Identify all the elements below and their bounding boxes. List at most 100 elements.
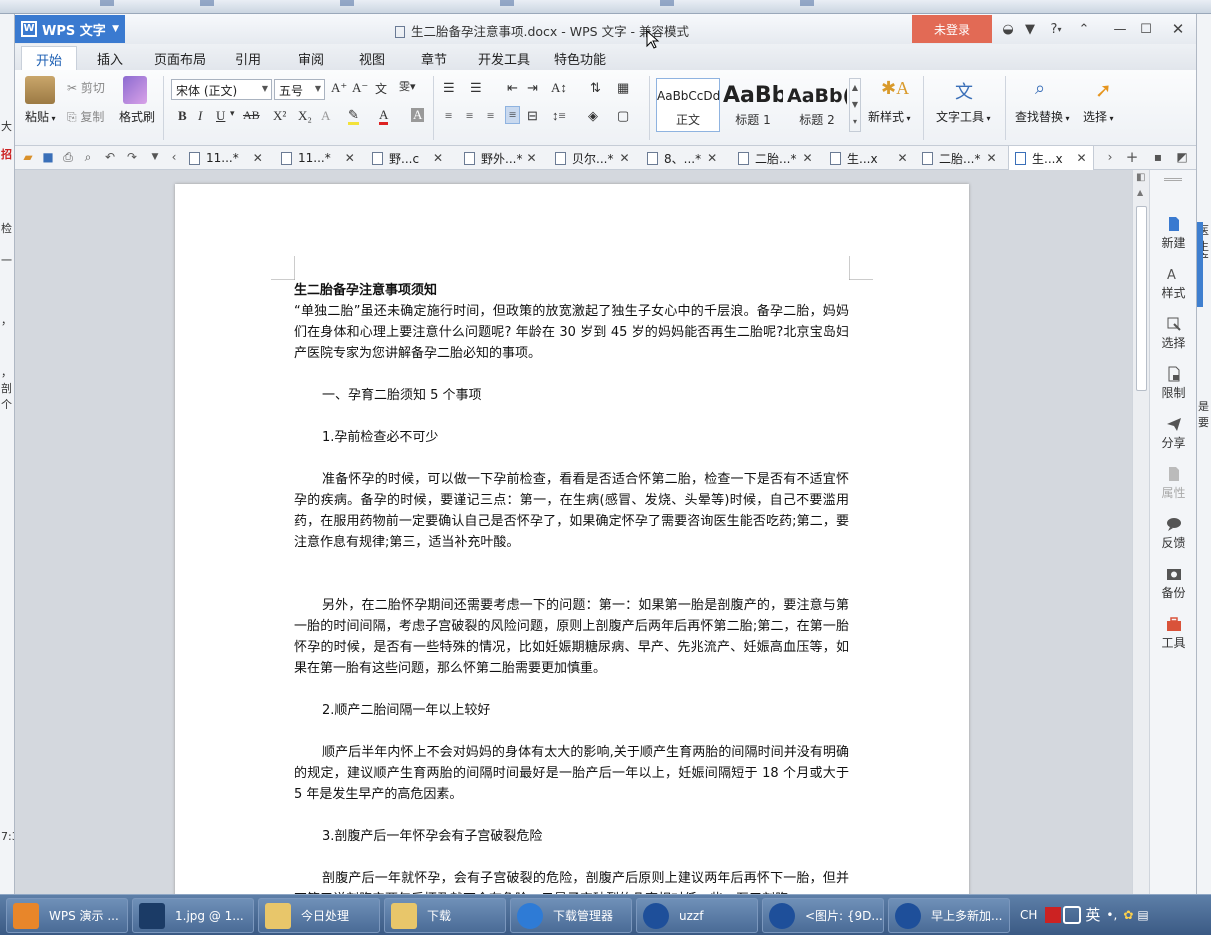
text-direction-icon[interactable]: A↕ (551, 80, 567, 96)
style-gallery-scroll[interactable]: ▲ ▼ ▾ (849, 78, 861, 132)
new-tab-icon[interactable]: + (1125, 150, 1139, 165)
taskbar-item[interactable]: WPS 演示 ... (6, 898, 128, 933)
close-icon[interactable]: ✕ (619, 151, 629, 165)
tab-insert[interactable]: 插入 (97, 49, 123, 68)
font-size-select[interactable]: 五号 ▼ (274, 79, 325, 100)
bold-button[interactable]: B (178, 108, 187, 124)
align-left-icon[interactable]: ≡ (445, 108, 452, 124)
doc-tab-active[interactable]: 生...x ✕ (1008, 146, 1094, 170)
side-tools-button[interactable]: 工具 (1150, 616, 1196, 651)
ime-toolbar-icon[interactable] (1063, 905, 1082, 924)
char-shading-icon[interactable]: A (411, 108, 425, 122)
text-effect-icon[interactable]: A (321, 108, 330, 124)
save-icon[interactable]: ■ (41, 150, 55, 164)
subscript-button[interactable]: X₂ (298, 108, 312, 124)
char-border-icon[interactable]: 雯▾ (399, 78, 416, 94)
document-page[interactable]: 生二胎备孕注意事项须知 “单独二胎”虽还未确定施行时间，但政策的放宽激起了独生子… (175, 184, 969, 894)
tab-chapter[interactable]: 章节 (421, 49, 447, 68)
phonetic-icon[interactable]: 文 (375, 80, 387, 97)
taskbar-item[interactable]: 早上多新加... (888, 898, 1010, 933)
grow-font-icon[interactable]: A⁺ (331, 80, 347, 96)
chevron-right-icon[interactable]: › (1103, 150, 1117, 164)
doc-tab[interactable]: 二胎...* ✕ (922, 146, 997, 170)
copy-button[interactable]: ⎘ 复制 (67, 108, 104, 125)
outdent-icon[interactable]: ⇤ (507, 80, 518, 96)
font-color-button[interactable]: A (379, 108, 389, 125)
tab-page-layout[interactable]: 页面布局 (154, 49, 206, 68)
language-indicator[interactable]: CH (1020, 908, 1037, 922)
select-button[interactable]: 选择 ▾ (1083, 108, 1114, 125)
doc-tab[interactable]: 野...c ✕ (372, 146, 443, 170)
doc-tab[interactable]: 8、...* ✕ (647, 146, 717, 170)
vertical-scrollbar[interactable]: ◧ ▲ (1132, 170, 1149, 894)
highlight-icon[interactable]: ✎ (348, 108, 359, 125)
close-icon[interactable]: ✕ (898, 151, 908, 165)
tab-developer[interactable]: 开发工具 (478, 49, 530, 68)
numbered-list-icon[interactable]: ☰ (470, 80, 482, 96)
scroll-up-icon[interactable]: ▲ (1137, 188, 1143, 197)
keyboard-icon[interactable]: ▤ (1137, 908, 1148, 922)
ime-mode-indicator[interactable]: 英 (1085, 904, 1100, 925)
punctuation-icon[interactable]: •, (1106, 908, 1117, 922)
paste-icon[interactable] (25, 76, 55, 104)
side-feedback-button[interactable]: 反馈 (1150, 516, 1196, 551)
side-style-button[interactable]: A 样式 (1150, 266, 1196, 301)
scrollbar-thumb[interactable] (1136, 206, 1147, 391)
close-icon[interactable]: ✕ (433, 151, 443, 165)
borders-icon[interactable]: ▢ (617, 108, 629, 124)
close-icon[interactable]: ✕ (1077, 151, 1087, 165)
side-properties-button[interactable]: 属性 (1150, 466, 1196, 501)
taskbar-item[interactable]: 下载 (384, 898, 506, 933)
tab-features[interactable]: 特色功能 (554, 49, 606, 68)
ime-settings-icon[interactable]: ✿ (1123, 908, 1133, 922)
taskbar-item[interactable]: 今日处理 (258, 898, 380, 933)
new-style-button[interactable]: 新样式 ▾ (868, 108, 911, 125)
style-heading-2[interactable]: AaBb( 标题 2 (786, 78, 848, 132)
distribute-icon[interactable]: ⊟ (527, 108, 538, 124)
login-button[interactable]: 未登录 (912, 15, 992, 43)
undo-icon[interactable]: ↶ (103, 150, 117, 164)
paste-button[interactable]: 粘贴 ▾ (25, 108, 56, 125)
tab-home[interactable]: 开始 (21, 46, 78, 70)
chevron-left-icon[interactable]: ‹ (167, 150, 181, 164)
close-icon[interactable]: ✕ (345, 151, 355, 165)
format-painter-button[interactable]: 格式刷 (119, 108, 155, 125)
minimize-icon[interactable]: — (1109, 19, 1131, 39)
side-share-button[interactable]: 分享 (1150, 416, 1196, 451)
shrink-font-icon[interactable]: A⁻ (352, 80, 368, 96)
format-painter-icon[interactable] (123, 76, 147, 104)
bullet-list-icon[interactable]: ☰ (443, 80, 455, 96)
close-icon[interactable]: ✕ (253, 151, 263, 165)
doc-tab[interactable]: 11...* ✕ (189, 146, 263, 170)
open-folder-icon[interactable]: ▰ (21, 150, 35, 164)
align-center-icon[interactable]: ≡ (466, 108, 473, 124)
font-name-select[interactable]: 宋体 (正文) ▼ (171, 79, 272, 100)
side-backup-button[interactable]: 备份 (1150, 566, 1196, 601)
ruler-toggle-icon[interactable]: ◧ (1136, 172, 1145, 183)
style-normal[interactable]: AaBbCcDd 正文 (656, 78, 720, 132)
cut-button[interactable]: ✂ 剪切 (67, 79, 105, 96)
tab-review[interactable]: 审阅 (298, 49, 324, 68)
app-menu-button[interactable]: W WPS 文字 ▼ (15, 15, 125, 43)
doc-tab[interactable]: 11...* ✕ (281, 146, 355, 170)
tab-list-icon[interactable]: ▪ (1151, 150, 1165, 164)
collapse-ribbon-icon[interactable]: ⌃ (1073, 19, 1095, 39)
close-icon[interactable]: ✕ (802, 151, 812, 165)
chevron-down-icon[interactable]: ▾ (230, 108, 235, 119)
taskbar-item[interactable]: 1.jpg @ 1... (132, 898, 254, 933)
align-right-icon[interactable]: ≡ (487, 108, 494, 124)
tab-view[interactable]: 视图 (359, 49, 385, 68)
print-icon[interactable]: ⎙ (61, 150, 75, 164)
indent-icon[interactable]: ⇥ (527, 80, 538, 96)
shading-icon[interactable]: ◈ (588, 108, 598, 124)
taskbar-item[interactable]: 下载管理器 (510, 898, 632, 933)
help-button[interactable]: ? ▾ (1041, 19, 1071, 39)
italic-button[interactable]: I (198, 108, 202, 124)
print-preview-icon[interactable]: ⌕ (81, 150, 95, 164)
shirt-icon[interactable]: ▼ (1019, 19, 1041, 39)
tab-menu-icon[interactable]: ◩ (1175, 150, 1189, 164)
close-icon[interactable]: ✕ (526, 151, 536, 165)
style-heading-1[interactable]: AaBb 标题 1 (722, 78, 784, 132)
maximize-icon[interactable]: ☐ (1135, 19, 1157, 39)
sort-icon[interactable]: ⇅ (590, 80, 601, 96)
